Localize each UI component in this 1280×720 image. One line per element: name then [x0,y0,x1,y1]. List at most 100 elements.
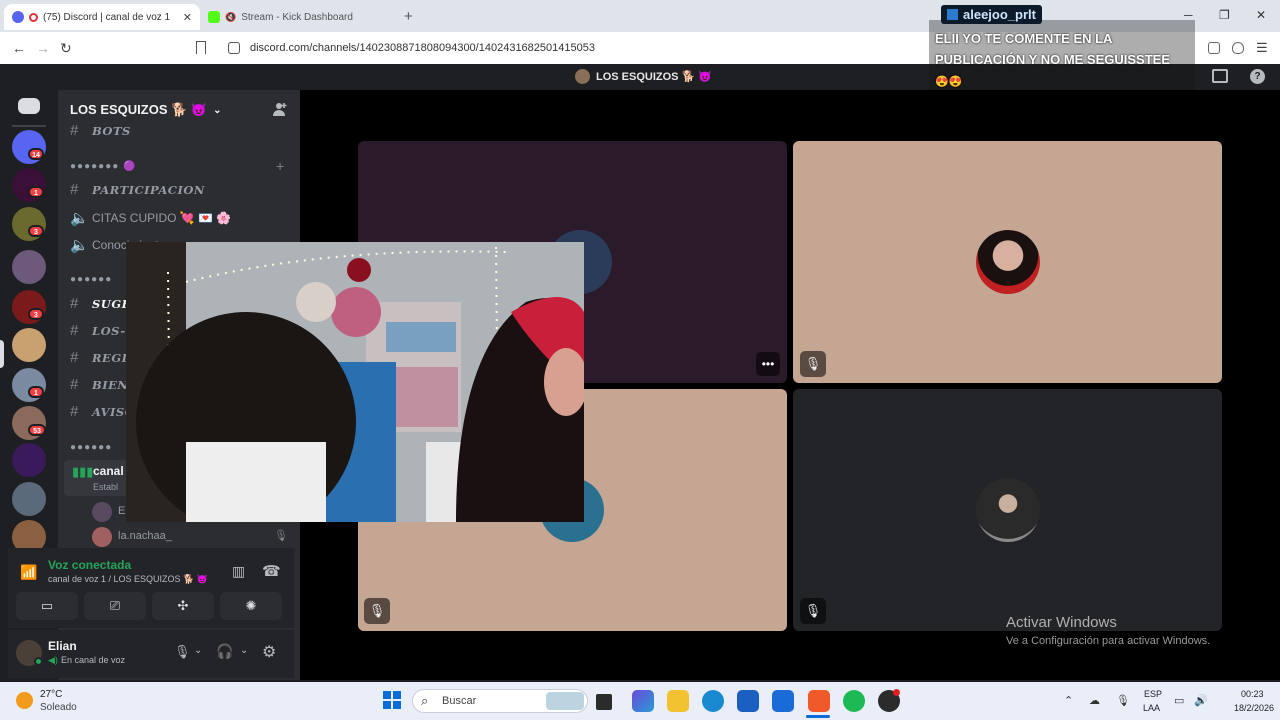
channel-bien[interactable]: # BIEN [70,376,128,393]
chevron-down-icon[interactable]: ⌄ [240,645,248,656]
member-avatar[interactable] [92,502,112,522]
channel-los[interactable]: # LOS- [70,322,126,339]
help-icon[interactable]: ? [1250,69,1265,84]
reload-button[interactable]: ↻ [60,40,72,57]
more-options-button[interactable]: ••• [756,352,780,376]
brave-icon[interactable] [808,690,830,712]
server-icon-active[interactable] [12,328,46,362]
recording-dot-icon [29,12,38,22]
sun-icon[interactable] [16,692,33,709]
category-header[interactable]: ●●●●●● [70,442,112,453]
weather-description[interactable]: Soleado [40,702,77,713]
maximize-button[interactable]: ❐ [1219,8,1230,22]
webcam-overlay [126,242,584,522]
volume-icon[interactable]: 🔊 [1194,694,1208,707]
windows-start-icon[interactable] [383,691,401,709]
copilot-icon[interactable] [632,690,654,712]
hash-icon: # [70,376,79,393]
voice-activity-icon: ▮▮▮ [72,464,94,479]
input-layout[interactable]: LAA [1143,703,1160,713]
input-language[interactable]: ESP [1144,689,1162,699]
microphone-tray-icon[interactable]: 🎙 [1116,694,1130,707]
edge-icon[interactable] [702,690,724,712]
channel-regl[interactable]: # REGL [70,349,130,366]
show-hidden-icons[interactable]: ⌃ [1064,694,1073,707]
inbox-icon[interactable] [1212,69,1228,83]
cloud-icon[interactable]: ☁ [1089,694,1100,707]
close-tab-icon[interactable]: ✕ [183,11,192,24]
back-button[interactable]: ← [12,40,26,56]
channel-label: BOTS [92,123,131,138]
voice-member[interactable]: la.nachaa_ [118,530,172,542]
voice-connected-status[interactable]: Voz conectada [48,558,131,572]
bookmark-icon[interactable] [196,41,206,54]
online-status-dot [34,657,43,666]
weather-temperature[interactable]: 27°C [40,689,62,700]
member-avatar[interactable] [92,527,112,547]
forward-button[interactable]: → [36,40,50,56]
activate-windows-title: Activar Windows [1006,614,1117,631]
chat-username-text: aleejoo_prlt [963,7,1036,22]
browser-tab-discord[interactable]: (75) Discord | canal de voz 1 | ✕ [4,4,200,30]
chat-emotes: 😍😍 [935,76,963,88]
channel-participacion[interactable]: # PARTICIPACION [70,181,205,198]
user-status: En canal de voz [61,655,126,665]
chevron-down-icon[interactable]: ⌄ [194,645,202,656]
hash-icon: # [70,349,79,366]
user-name[interactable]: Elian [48,639,77,653]
task-view-icon[interactable] [596,694,612,710]
extensions-icon[interactable] [1208,42,1220,54]
category-header[interactable]: ●●●●●●● 🟣 [70,161,137,172]
disconnect-icon[interactable]: ☎ [262,562,281,580]
hash-icon: # [70,295,79,312]
voice-connected-channel[interactable]: canal de voz 1 / LOS ESQUIZOS 🐕 😈 [48,574,208,585]
server-icon-4[interactable] [12,250,46,284]
guild-header[interactable]: LOS ESQUIZOS 🐕 😈 ⌄ [70,102,222,118]
voice-channel-status: Establ [93,482,119,492]
headphones-icon[interactable]: 🎧 [216,643,233,660]
network-icon[interactable]: ▭ [1174,694,1184,707]
category-header[interactable]: ●●●●●● [70,274,112,285]
create-channel-icon[interactable]: + [276,158,284,174]
file-explorer-icon[interactable] [667,690,689,712]
close-window-button[interactable]: ✕ [1256,8,1266,22]
spotify-icon[interactable] [843,690,865,712]
screen-share-button[interactable]: ⎚ [84,592,146,620]
url-text[interactable]: discord.com/channels/1402308871808094300… [250,42,595,54]
clock-date[interactable]: 18/2/2026 [1234,703,1274,713]
speaker-icon: 🔈 [70,210,89,227]
channel-bots[interactable]: # BOTS [70,122,131,139]
menu-icon[interactable]: ☰ [1256,40,1268,56]
server-icon-10[interactable] [12,482,46,516]
channel-suge[interactable]: # SUGE [70,295,131,312]
muted-mic-icon: 🎙 [274,530,288,542]
kick-favicon-icon [208,11,220,23]
activate-windows-subtitle: Ve a Configuración para activar Windows. [1006,635,1211,647]
outlook-icon[interactable] [772,690,794,712]
invite-people-icon[interactable] [272,101,288,117]
site-info-icon[interactable] [228,42,240,54]
active-app-indicator [806,715,830,718]
soundboard-button[interactable]: ✺ [220,592,282,620]
channel-label: REGL [92,350,131,365]
server-icon-9[interactable] [12,443,46,477]
microsoft-store-icon[interactable] [737,690,759,712]
microphone-icon[interactable]: 🎙 [174,644,191,660]
noise-suppression-icon[interactable]: ▥ [232,563,245,580]
activities-button[interactable]: ✣ [152,592,214,620]
signal-icon[interactable]: 📶 [20,564,37,581]
shield-icon[interactable] [1232,42,1244,54]
webcam-feed-image [126,242,584,522]
voice-indicator-icon: ◀) [48,655,58,665]
new-tab-button[interactable]: + [404,8,413,25]
settings-gear-icon[interactable]: ⚙ [262,642,276,662]
clock-time[interactable]: 00:23 [1241,689,1264,699]
voice-channel-citas[interactable]: 🔈 CITAS CUPIDO 💘 💌 🌸 [70,209,231,227]
camera-toggle-button[interactable]: ▭ [16,592,78,620]
voice-member[interactable]: E [118,505,125,517]
browser-tab-kick[interactable]: 🔇 Stream - Kick Dashboard [200,4,396,30]
chat-message-text: ELII YO TE COMENTE EN LA PUBLICACIÓN Y N… [935,31,1171,67]
search-placeholder: Buscar [442,695,477,707]
discord-home-icon[interactable] [18,98,40,114]
server-title: LOS ESQUIZOS 🐕 😈 [575,69,712,84]
